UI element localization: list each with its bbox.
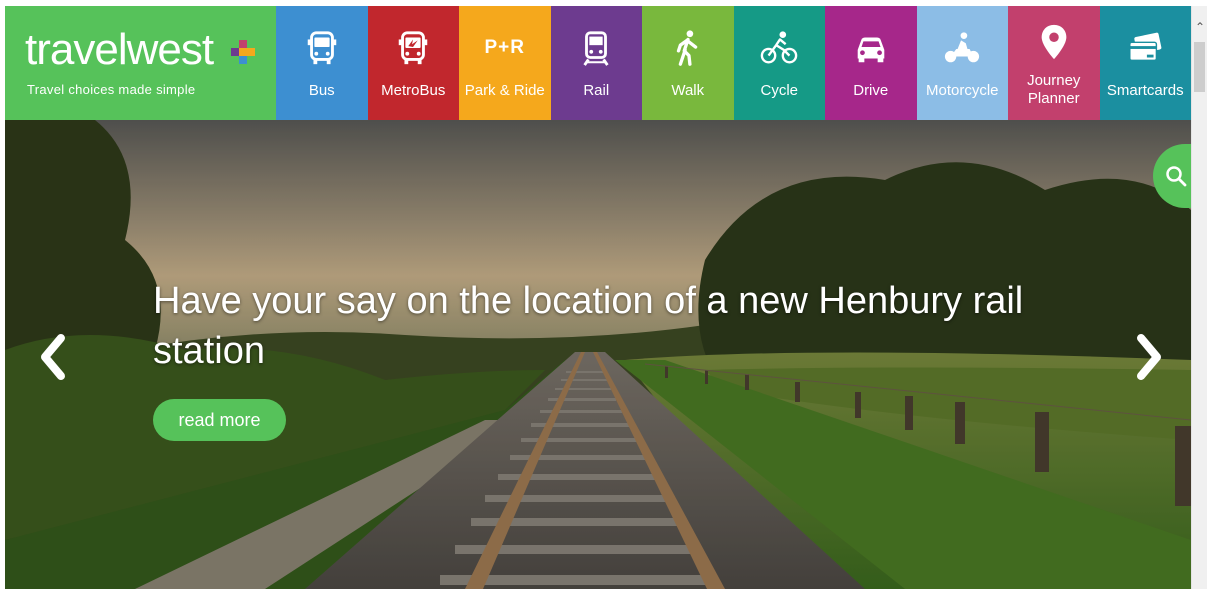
- nav-item-bus[interactable]: Bus: [276, 6, 368, 120]
- nav-label-metrobus: MetroBus: [381, 82, 446, 99]
- nav-label-cycle: Cycle: [760, 82, 798, 99]
- chevron-left-icon: [41, 334, 65, 380]
- metrobus-icon: [391, 26, 435, 70]
- site-header: travelwest Travel choices made simple Bu…: [5, 6, 1191, 120]
- nav-item-drive[interactable]: Drive: [825, 6, 917, 120]
- nav-label-park-and-ride: Park & Ride: [464, 82, 545, 99]
- nav-label-bus: Bus: [308, 82, 335, 99]
- car-icon: [849, 26, 893, 70]
- nav-label-walk: Walk: [671, 82, 705, 99]
- nav-label-journey-planner: Journey Planner: [1008, 72, 1100, 108]
- smartcard-icon: [1123, 26, 1167, 70]
- walk-icon: [666, 26, 710, 70]
- nav-item-smartcards[interactable]: Smartcards: [1099, 6, 1191, 120]
- read-more-button[interactable]: read more: [153, 399, 286, 441]
- motorcycle-icon: [940, 26, 984, 70]
- park-and-ride-icon: P+R: [484, 37, 525, 58]
- search-icon: [1166, 166, 1187, 187]
- slide-title: Have your say on the location of a new H…: [153, 280, 1024, 372]
- hero-carousel: Have your say on the location of a new H…: [5, 120, 1191, 589]
- scroll-up-arrow-icon[interactable]: ⌃: [1192, 20, 1207, 40]
- carousel-prev-button[interactable]: [33, 332, 73, 382]
- nav-item-park-and-ride[interactable]: P+R Park & Ride: [459, 6, 551, 120]
- mode-navigation: Bus MetroBus P+R Park & Ride Rail Walk C…: [276, 6, 1191, 120]
- brand-name: travelwest: [25, 25, 214, 74]
- nav-item-cycle[interactable]: Cycle: [733, 6, 825, 120]
- bus-icon: [300, 26, 344, 70]
- nav-label-motorcycle: Motorcycle: [925, 82, 999, 99]
- scrollbar-thumb[interactable]: [1194, 42, 1205, 92]
- nav-item-metrobus[interactable]: MetroBus: [367, 6, 459, 120]
- nav-label-rail: Rail: [583, 82, 610, 99]
- nav-label-journey-planner-line1: Journey: [1027, 72, 1081, 89]
- brand-tagline: Travel choices made simple: [27, 82, 196, 97]
- nav-item-journey-planner[interactable]: Journey Planner: [1008, 6, 1100, 120]
- nav-item-walk[interactable]: Walk: [642, 6, 734, 120]
- carousel-next-button[interactable]: [1129, 332, 1169, 382]
- nav-label-journey-planner-line2: Planner: [1027, 90, 1080, 107]
- vertical-scrollbar[interactable]: ⌃: [1191, 6, 1207, 589]
- location-pin-icon: [1032, 20, 1076, 64]
- nav-label-drive: Drive: [853, 82, 889, 99]
- bicycle-icon: [757, 26, 801, 70]
- nav-item-motorcycle[interactable]: Motorcycle: [916, 6, 1008, 120]
- train-icon: [574, 26, 618, 70]
- nav-label-smartcards: Smartcards: [1106, 82, 1184, 99]
- travelwest-logo[interactable]: travelwest Travel choices made simple: [5, 6, 276, 120]
- brand-plus-icon: [231, 40, 255, 64]
- chevron-right-icon: [1137, 334, 1161, 380]
- nav-item-rail[interactable]: Rail: [550, 6, 642, 120]
